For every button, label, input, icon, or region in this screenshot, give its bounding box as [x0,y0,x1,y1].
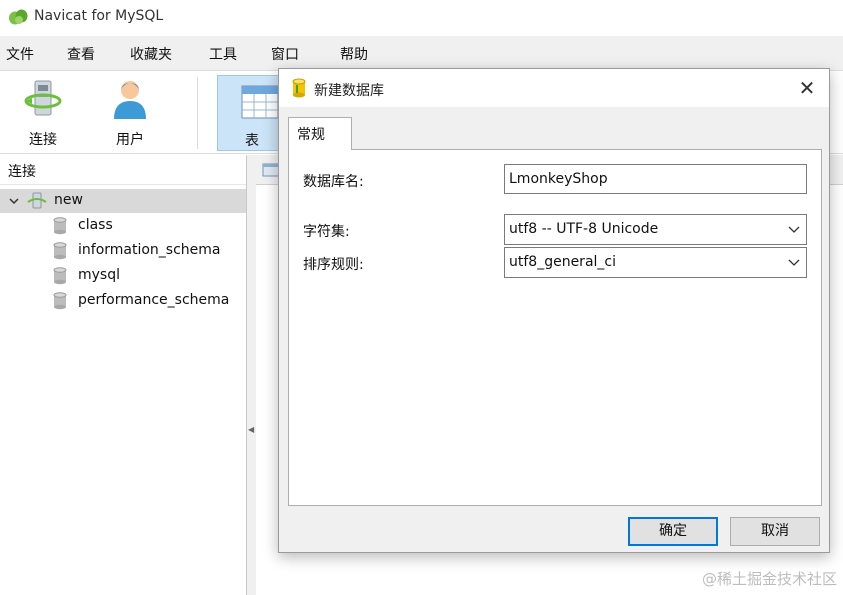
connection-tree: new class information_schema mysql perfo… [0,186,246,595]
menu-window[interactable]: 窗口 [271,44,299,64]
database-icon [53,217,67,235]
tree-connection-label: new [54,192,83,208]
watermark: @稀土掘金技术社区 [701,570,837,588]
toolbar-separator [197,77,198,149]
connect-label: 连接 [29,132,57,148]
panel-splitter[interactable]: ◀ [246,155,256,595]
general-tab-panel: 数据库名: 字符集: utf8 -- UTF-8 Unicode 排序规则: u… [288,149,822,506]
new-database-dialog: 新建数据库 ✕ 常规 数据库名: 字符集: utf8 -- UTF-8 Unic… [278,68,830,553]
tree-db-label: performance_schema [78,292,230,308]
table-icon [241,85,279,119]
tree-db-class[interactable]: class [0,214,246,238]
menu-bar: 文件 查看 收藏夹 工具 窗口 帮助 [0,36,843,70]
app-title: Navicat for MySQL [34,8,164,24]
database-icon [53,242,67,260]
chevron-down-icon [788,259,800,266]
user-button[interactable]: 用户 [95,75,165,151]
tree-connection-new[interactable]: new [0,189,246,213]
database-icon [53,292,67,310]
menu-help[interactable]: 帮助 [340,44,368,64]
collapse-arrow-icon[interactable]: ◀ [248,425,254,434]
charset-label: 字符集: [303,224,350,240]
db-name-label: 数据库名: [303,174,364,190]
menu-view[interactable]: 查看 [67,44,95,64]
table-button[interactable]: 表 [217,75,287,151]
collation-label: 排序规则: [303,257,364,273]
user-label: 用户 [116,132,144,148]
charset-value: utf8 -- UTF-8 Unicode [509,221,659,237]
tab-general[interactable]: 常规 [288,117,352,150]
connection-panel-header: 连接 [0,155,246,185]
chevron-down-icon [788,226,800,233]
collation-select[interactable]: utf8_general_ci [504,247,807,278]
ok-button[interactable]: 确定 [628,517,718,546]
charset-select[interactable]: utf8 -- UTF-8 Unicode [504,214,807,245]
tree-db-performance-schema[interactable]: performance_schema [0,289,246,313]
dialog-title: 新建数据库 [314,83,384,99]
close-icon[interactable]: ✕ [793,75,821,101]
app-titlebar: Navicat for MySQL [0,0,843,36]
tab-general-label: 常规 [297,127,325,143]
connection-panel-title: 连接 [8,164,36,180]
tree-db-label: information_schema [78,242,221,258]
tree-db-mysql[interactable]: mysql [0,264,246,288]
menu-favorites[interactable]: 收藏夹 [130,44,172,64]
tree-db-label: mysql [78,267,120,283]
database-icon [292,78,306,98]
user-icon [114,81,146,119]
menu-file[interactable]: 文件 [6,44,34,64]
chevron-down-icon[interactable] [8,195,20,207]
collation-value: utf8_general_ci [509,254,616,270]
navicat-logo-icon [9,9,28,25]
cancel-button[interactable]: 取消 [730,517,820,546]
tree-db-information-schema[interactable]: information_schema [0,239,246,263]
db-name-input[interactable] [504,164,807,194]
connection-icon [24,80,62,116]
connection-icon [27,192,47,209]
dialog-titlebar[interactable]: 新建数据库 ✕ [279,69,829,107]
table-label: 表 [245,133,259,149]
menu-tools[interactable]: 工具 [209,44,237,64]
connect-button[interactable]: 连接 [8,75,78,151]
tree-db-label: class [78,217,113,233]
database-icon [53,267,67,285]
